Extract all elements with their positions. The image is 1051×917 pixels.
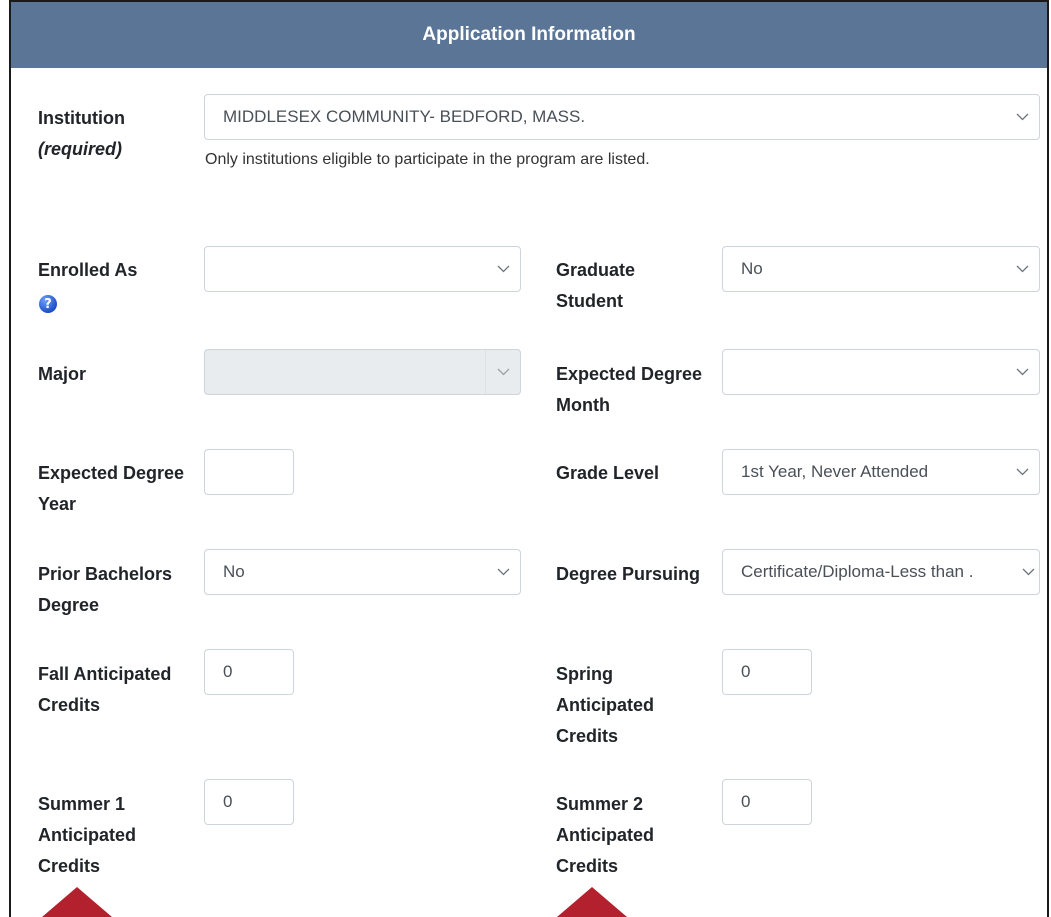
chevron-down-icon xyxy=(486,550,520,594)
summer2-credits-label: Summer 2 Anticipated Credits xyxy=(556,794,655,876)
summer1-credits-label: Summer 1 Anticipated Credits xyxy=(38,794,137,876)
expected-degree-month-select[interactable] xyxy=(722,349,1040,395)
graduate-student-select[interactable]: No xyxy=(722,246,1040,292)
prior-bachelors-label: Prior Bachelors Degree xyxy=(38,564,173,615)
grade-level-label: Grade Level xyxy=(556,463,660,483)
major-select xyxy=(204,349,521,395)
institution-select[interactable]: MIDDLESEX COMMUNITY- BEDFORD, MASS. xyxy=(204,94,1040,140)
required-label: (required) xyxy=(38,139,123,159)
panel-title: Application Information xyxy=(422,24,636,45)
expected-degree-year-input[interactable] xyxy=(204,449,294,495)
chevron-down-icon xyxy=(1005,95,1039,139)
panel-header: Application Information xyxy=(11,0,1047,68)
fall-credits-label: Fall Anticipated Credits xyxy=(38,664,172,715)
institution-help-text: Only institutions eligible to participat… xyxy=(205,151,650,168)
major-label: Major xyxy=(38,364,87,384)
chevron-down-icon xyxy=(1005,350,1039,394)
institution-label: Institution (required) xyxy=(38,103,125,165)
grade-level-select[interactable]: 1st Year, Never Attended xyxy=(722,449,1040,495)
application-information-panel: Application Information Institution (req… xyxy=(9,0,1049,917)
expected-degree-year-label: Expected Degree Year xyxy=(38,463,185,514)
summer2-credits-input[interactable]: 0 xyxy=(722,779,812,825)
spring-credits-label: Spring Anticipated Credits xyxy=(556,664,655,746)
enrolled-as-select[interactable] xyxy=(204,246,521,292)
prior-bachelors-select[interactable]: No xyxy=(204,549,521,595)
chevron-down-icon xyxy=(1005,450,1039,494)
chevron-down-icon xyxy=(485,350,520,394)
expected-degree-month-label: Expected Degree Month xyxy=(556,364,703,415)
summer1-credits-input[interactable]: 0 xyxy=(204,779,294,825)
red-arrow-right xyxy=(557,887,627,917)
spring-credits-input[interactable]: 0 xyxy=(722,649,812,695)
enrolled-as-label: Enrolled As xyxy=(38,260,138,280)
degree-pursuing-select[interactable]: Certificate/Diploma-Less than . xyxy=(722,549,1040,595)
chevron-down-icon xyxy=(1005,247,1039,291)
graduate-student-label: Graduate Student xyxy=(556,260,636,311)
chevron-down-icon xyxy=(1017,550,1039,594)
fall-credits-input[interactable]: 0 xyxy=(204,649,294,695)
question-icon[interactable]: ? xyxy=(39,295,57,313)
degree-pursuing-label: Degree Pursuing xyxy=(556,564,701,584)
red-arrow-left xyxy=(42,887,112,917)
chevron-down-icon xyxy=(486,247,520,291)
